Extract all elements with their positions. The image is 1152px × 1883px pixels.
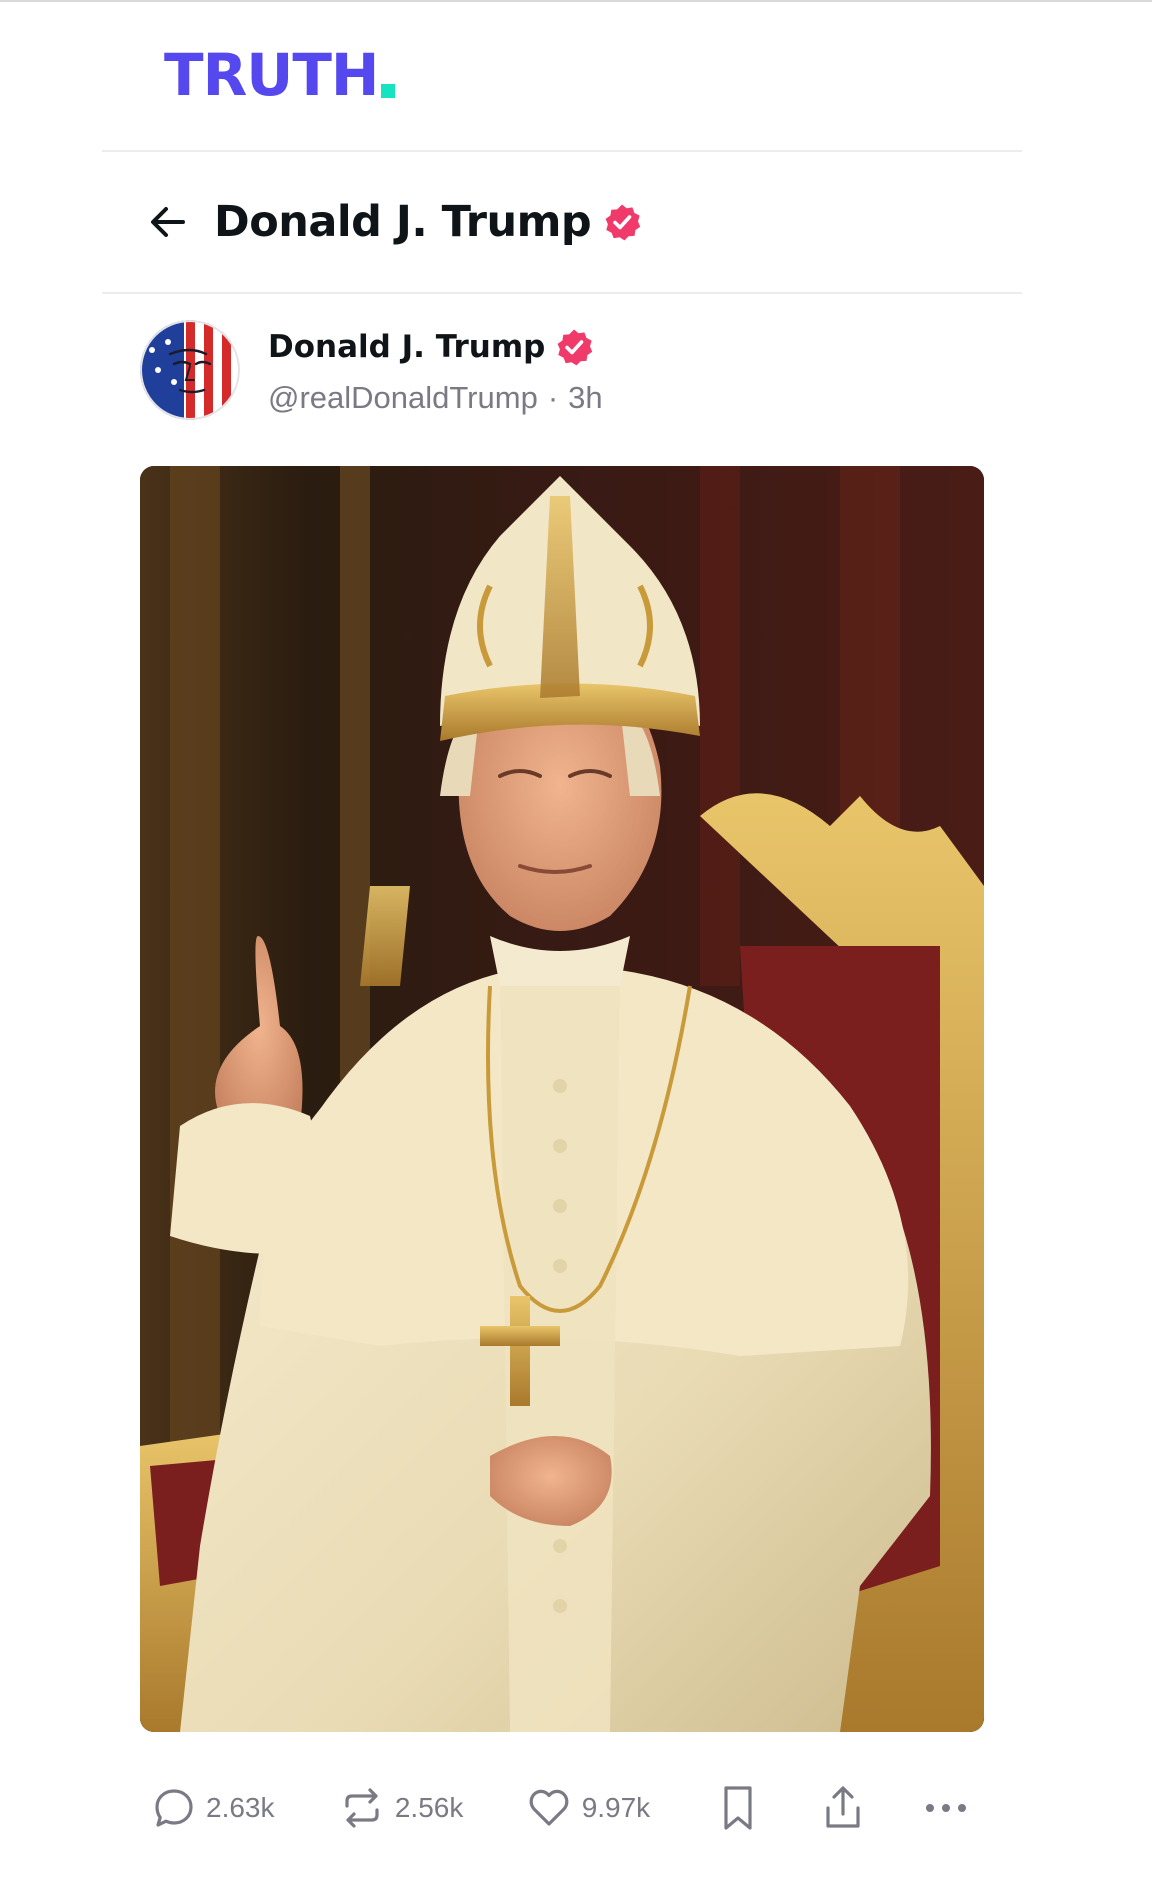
truth-logo[interactable]: TRUTH: [164, 41, 396, 109]
reply-count: 2.63k: [206, 1792, 275, 1823]
repost-button[interactable]: 2.56k: [339, 1786, 526, 1830]
back-button[interactable]: [146, 200, 190, 244]
bookmark-button[interactable]: [718, 1784, 820, 1832]
brand-wordmark: TRUTH: [164, 41, 379, 109]
post-timestamp[interactable]: 3h: [568, 380, 602, 416]
post-actions: 2.63k 2.56k 9.97k: [152, 1780, 982, 1836]
share-button[interactable]: [821, 1784, 923, 1832]
divider: [102, 150, 1022, 152]
bookmark-icon: [718, 1784, 758, 1832]
meta-separator: ·: [547, 380, 559, 415]
reply-bubble-icon: [152, 1786, 196, 1830]
top-edge: [0, 0, 1152, 2]
brand-dot: [381, 84, 396, 98]
arrow-left-icon: [147, 201, 189, 243]
papal-portrait-image[interactable]: [140, 466, 984, 1732]
divider: [102, 292, 1022, 294]
like-button[interactable]: 9.97k: [526, 1786, 719, 1830]
like-count: 9.97k: [581, 1792, 651, 1823]
author-name[interactable]: Donald J. Trump: [268, 329, 545, 365]
heart-icon: [526, 1786, 572, 1830]
flag-face-avatar[interactable]: [140, 320, 240, 420]
more-options-button[interactable]: [923, 1798, 982, 1818]
verified-badge-icon: [555, 328, 593, 366]
page-title: Donald J. Trump: [214, 197, 592, 247]
verified-badge-icon: [603, 203, 641, 241]
repost-icon: [339, 1786, 385, 1830]
repost-count: 2.56k: [394, 1792, 464, 1823]
post-meta: @realDonaldTrump · 3h: [268, 380, 603, 416]
more-dots-icon: [923, 1798, 969, 1818]
reply-button[interactable]: 2.63k: [152, 1786, 339, 1830]
post-header: Donald J. Trump @realDonaldTrump · 3h: [140, 320, 603, 420]
author-handle[interactable]: @realDonaldTrump: [268, 380, 538, 416]
share-icon: [821, 1784, 865, 1832]
profile-header: Donald J. Trump: [146, 192, 641, 252]
